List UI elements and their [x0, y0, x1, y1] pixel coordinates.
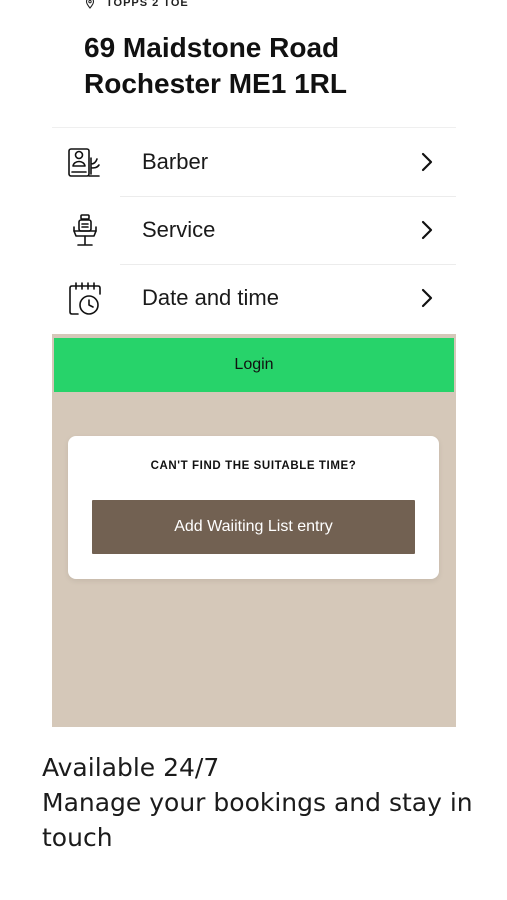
menu-item-label: Barber	[142, 149, 209, 174]
promo-line-2: Manage your bookings and stay in touch	[42, 788, 473, 852]
address-line-2: Rochester ME1 1RL	[84, 68, 347, 99]
booking-options-menu: Barber Service Date and time	[52, 127, 456, 332]
shop-name: TOPPS 2 TOE	[106, 0, 189, 9]
add-waiting-list-button[interactable]: Add Waiiting List entry	[92, 500, 415, 554]
chevron-right-icon	[420, 220, 434, 240]
location-pin-icon	[84, 0, 96, 9]
promo-line-1: Available 24/7	[42, 753, 220, 782]
menu-item-barber[interactable]: Barber	[52, 128, 456, 196]
waiting-list-prompt: CAN'T FIND THE SUITABLE TIME?	[150, 460, 357, 472]
shop-name-line: TOPPS 2 TOE	[84, 0, 189, 9]
chevron-right-icon	[420, 152, 434, 172]
address-line-1: 69 Maidstone Road	[84, 32, 340, 63]
chevron-right-icon	[420, 288, 434, 308]
menu-item-label: Service	[142, 217, 216, 242]
menu-item-date-time[interactable]: Date and time	[52, 264, 456, 332]
calendar-clock-icon	[66, 280, 104, 318]
shop-address: 69 Maidstone Road Rochester ME1 1RL	[84, 30, 347, 102]
waiting-list-card: CAN'T FIND THE SUITABLE TIME? Add Waiiti…	[68, 436, 439, 579]
barber-chair-icon	[66, 212, 104, 250]
barber-chair-person-icon	[66, 144, 104, 182]
booking-panel: Login CAN'T FIND THE SUITABLE TIME? Add …	[52, 334, 456, 727]
login-button[interactable]: Login	[54, 338, 454, 392]
promo-text: Available 24/7 Manage your bookings and …	[42, 750, 492, 855]
menu-item-label: Date and time	[142, 285, 279, 310]
menu-item-service[interactable]: Service	[52, 196, 456, 264]
